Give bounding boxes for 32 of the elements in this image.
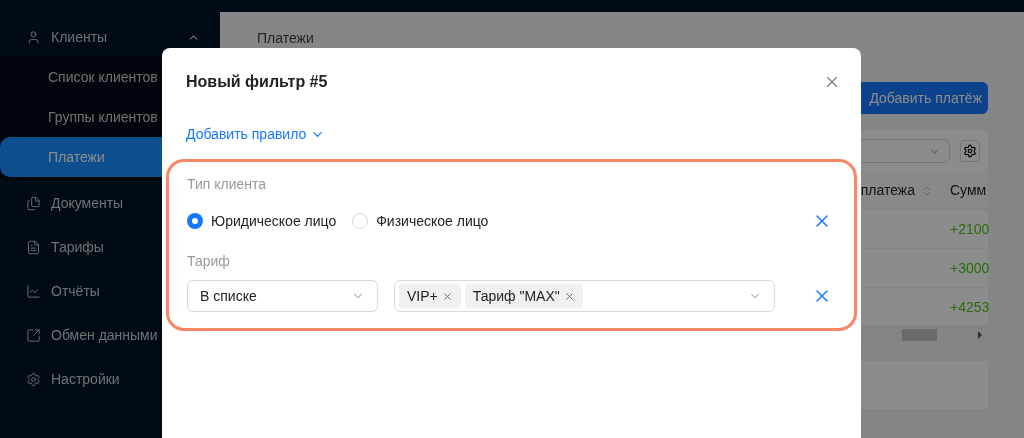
settings-icon <box>26 371 41 387</box>
export-icon <box>26 327 41 343</box>
documents-icon <box>26 195 41 211</box>
sidebar-item[interactable]: Обмен данными <box>0 315 220 355</box>
chart-icon <box>26 283 41 299</box>
radio-button[interactable] <box>187 213 203 229</box>
settings-icon <box>963 144 977 158</box>
rule-label: Тариф <box>187 252 231 271</box>
scrollbar-thumb[interactable] <box>902 329 937 341</box>
scroll-right-icon[interactable] <box>978 331 982 339</box>
amount-cell-text: +2100 <box>949 219 988 239</box>
sidebar-item[interactable]: Настройки <box>0 359 220 399</box>
column-header[interactable]: Сумм <box>950 180 987 201</box>
sidebar-item[interactable]: Клиенты <box>0 17 220 57</box>
radio-option[interactable]: Физическое лицо <box>352 210 489 232</box>
user-icon <box>26 29 41 45</box>
breadcrumb[interactable]: Платежи <box>257 30 314 46</box>
dialog-title: Новый фильтр #5 <box>186 72 328 92</box>
tag: Тариф "MAX" <box>464 284 583 308</box>
radio-button[interactable] <box>352 213 369 229</box>
amount-cell-text: +4253 <box>949 297 988 317</box>
remove-tag-icon[interactable] <box>441 290 453 302</box>
amount-cell-text: +3000 <box>949 258 988 278</box>
radio-option[interactable]: Юридическое лицо <box>187 210 337 232</box>
operator-select[interactable]: В списке <box>187 280 378 312</box>
rule-label: Тип клиента <box>187 175 268 194</box>
column-header[interactable]: платежа <box>860 180 915 201</box>
settings-button[interactable] <box>960 140 980 162</box>
tags-select[interactable]: VIP+ Тариф "MAX" <box>394 280 775 312</box>
remove-tag-icon[interactable] <box>563 290 575 302</box>
document-icon <box>26 239 41 255</box>
tag: VIP+ <box>399 284 461 308</box>
